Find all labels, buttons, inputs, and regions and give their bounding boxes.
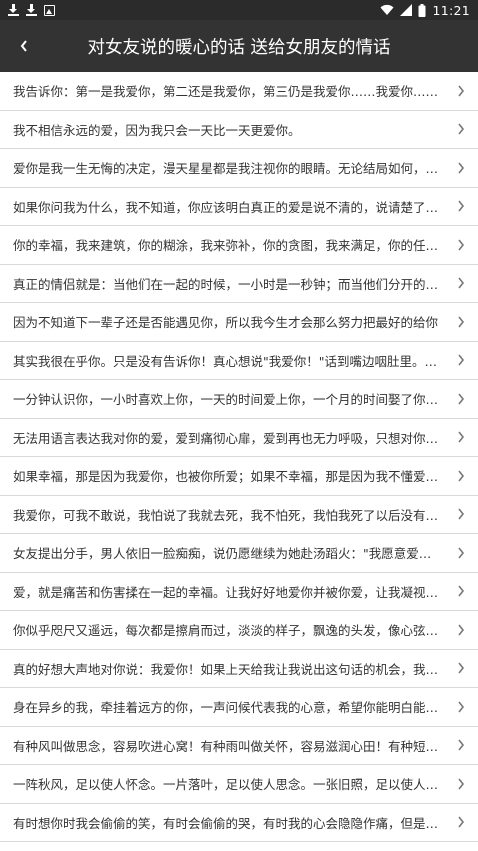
list-item[interactable]: 如果你问我为什么，我不知道，你应该明白真正的爱是说不清的，说请楚了就不是爱了 — [0, 188, 478, 226]
download-icon — [8, 4, 20, 16]
list-item-text: 真的好想大声地对你说：我爱你！如果上天给我让我说出这句话的机会，我会说我爱你一万… — [13, 661, 456, 677]
chevron-right-icon — [458, 816, 465, 828]
list-item[interactable]: 爱，就是痛苦和伤害揉在一起的幸福。让我好好地爱你并被你爱，让我凝视你的眼睛 — [0, 573, 478, 611]
chevron-right-icon — [458, 123, 465, 135]
list-item[interactable]: 有时想你时我会偷偷的笑，有时会偷偷的哭，有时我的心会隐隐作痛，但是每次我都很幸福 — [0, 804, 478, 842]
phrase-list: 我告诉你：第一是我爱你，第二还是我爱你，第三仍是我爱你……我爱你…… 我不相信永远… — [0, 72, 478, 842]
chevron-right-icon — [458, 277, 465, 289]
photo-icon — [44, 4, 55, 16]
wifi-icon — [380, 4, 394, 16]
chevron-right-icon — [458, 701, 465, 713]
list-item[interactable]: 我不相信永远的爱，因为我只会一天比一天更爱你。 — [0, 111, 478, 149]
app-bar: 对女友说的暖心的话 送给女朋友的情话 — [0, 20, 478, 72]
list-item-text: 你似乎咫尺又遥远，每次都是擦肩而过，淡淡的样子，飘逸的头发，像心弦地轻轻拨动 — [13, 623, 456, 639]
list-item[interactable]: 无法用语言表达我对你的爱，爱到痛彻心扉，爱到再也无力呼吸，只想对你说一声我爱你 — [0, 419, 478, 457]
list-item[interactable]: 身在异乡的我，牵挂着远方的你，一声问候代表我的心意，希望你能明白能够感受我的爱 — [0, 688, 478, 727]
list-item-text: 如果你问我为什么，我不知道，你应该明白真正的爱是说不清的，说请楚了就不是爱了 — [13, 199, 456, 215]
status-right-icons: 11:21 — [380, 3, 470, 18]
chevron-right-icon — [458, 547, 465, 559]
battery-icon — [418, 3, 426, 17]
list-item[interactable]: 真的好想大声地对你说：我爱你！如果上天给我让我说出这句话的机会，我会说我爱你一万… — [0, 650, 478, 688]
chevron-right-icon — [458, 393, 465, 405]
list-item[interactable]: 如果幸福，那是因为我爱你，也被你所爱；如果不幸福，那是因为我不懂爱自己 — [0, 457, 478, 496]
status-time: 11:21 — [432, 2, 470, 18]
list-item-text: 有种风叫做思念，容易吹进心窝！有种雨叫做关怀，容易滋润心田！有种短信叫做想你 — [13, 738, 456, 754]
list-item-text: 无法用语言表达我对你的爱，爱到痛彻心扉，爱到再也无力呼吸，只想对你说一声我爱你 — [13, 430, 456, 446]
chevron-right-icon — [458, 316, 465, 328]
list-item[interactable]: 真正的情侣就是：当他们在一起的时候，一小时是一秒钟；而当他们分开的时候，一秒钟是… — [0, 265, 478, 303]
list-item-text: 一阵秋风，足以使人怀念。一片落叶，足以使人思念。一张旧照，足以使人留恋一生 — [13, 777, 456, 793]
list-item[interactable]: 因为不知道下一辈子还是否能遇见你，所以我今生才会那么努力把最好的给你 — [0, 303, 478, 342]
list-item-text: 身在异乡的我，牵挂着远方的你，一声问候代表我的心意，希望你能明白能够感受我的爱 — [13, 700, 456, 716]
list-item[interactable]: 我爱你，可我不敢说，我怕说了我就去死，我不怕死，我怕我死了以后没有人像我这样爱你 — [0, 496, 478, 534]
chevron-right-icon — [458, 200, 465, 212]
signal-icon — [400, 4, 413, 16]
chevron-right-icon — [458, 508, 465, 520]
status-left-icons — [8, 4, 55, 16]
list-item-text: 有时想你时我会偷偷的笑，有时会偷偷的哭，有时我的心会隐隐作痛，但是每次我都很幸福 — [13, 815, 456, 831]
status-bar: 11:21 — [0, 0, 478, 20]
list-item[interactable]: 一阵秋风，足以使人怀念。一片落叶，足以使人思念。一张旧照，足以使人留恋一生 — [0, 765, 478, 804]
chevron-right-icon — [458, 585, 465, 597]
page-title: 对女友说的暖心的话 送给女朋友的情话 — [87, 37, 391, 58]
list-item-text: 女友提出分手，男人依旧一脸痴痴，说仍愿继续为她赴汤蹈火："我愿意爱你、照顾你一辈… — [13, 546, 456, 562]
chevron-right-icon — [458, 239, 465, 251]
chevron-right-icon — [458, 662, 465, 674]
back-button[interactable] — [0, 20, 48, 72]
list-item[interactable]: 其实我很在乎你。只是没有告诉你！真心想说"我爱你！"话到嘴边咽肚里。没勇气说出口 — [0, 342, 478, 380]
chevron-right-icon — [458, 354, 465, 366]
chevron-right-icon — [458, 431, 465, 443]
chevron-right-icon — [458, 739, 465, 751]
list-item[interactable]: 一分钟认识你，一小时喜欢上你，一天的时间爱上你，一个月的时间娶了你，一辈子的时间… — [0, 380, 478, 419]
list-item-text: 我告诉你：第一是我爱你，第二还是我爱你，第三仍是我爱你……我爱你…… — [13, 84, 439, 100]
chevron-left-icon — [20, 40, 27, 52]
list-item-text: 如果幸福，那是因为我爱你，也被你所爱；如果不幸福，那是因为我不懂爱自己 — [13, 469, 451, 485]
download-icon — [26, 4, 38, 16]
list-item[interactable]: 女友提出分手，男人依旧一脸痴痴，说仍愿继续为她赴汤蹈火："我愿意爱你、照顾你一辈… — [0, 534, 478, 573]
list-item-text: 爱，就是痛苦和伤害揉在一起的幸福。让我好好地爱你并被你爱，让我凝视你的眼睛 — [13, 584, 456, 600]
list-item-text: 因为不知道下一辈子还是否能遇见你，所以我今生才会那么努力把最好的给你 — [13, 315, 439, 331]
chevron-right-icon — [458, 162, 465, 174]
list-item-text: 你的幸福，我来建筑，你的糊涂，我来弥补，你的贪图，我来满足，你的任性，我来包容 — [13, 238, 456, 254]
list-item[interactable]: 有种风叫做思念，容易吹进心窝！有种雨叫做关怀，容易滋润心田！有种短信叫做想你 — [0, 727, 478, 765]
list-item-text: 一分钟认识你，一小时喜欢上你，一天的时间爱上你，一个月的时间娶了你，一辈子的时间… — [13, 392, 456, 408]
chevron-right-icon — [458, 624, 465, 636]
chevron-right-icon — [458, 85, 465, 97]
list-item-text: 我不相信永远的爱，因为我只会一天比一天更爱你。 — [13, 122, 301, 138]
list-item-text: 我爱你，可我不敢说，我怕说了我就去死，我不怕死，我怕我死了以后没有人像我这样爱你 — [13, 507, 456, 523]
list-item[interactable]: 我告诉你：第一是我爱你，第二还是我爱你，第三仍是我爱你……我爱你…… — [0, 72, 478, 111]
list-item-text: 爱你是我一生无悔的决定，漫天星星都是我注视你的眼睛。无论结局如何，我都会爱你 — [13, 161, 456, 177]
list-item[interactable]: 爱你是我一生无悔的决定，漫天星星都是我注视你的眼睛。无论结局如何，我都会爱你 — [0, 149, 478, 188]
chevron-right-icon — [458, 470, 465, 482]
list-item-text: 其实我很在乎你。只是没有告诉你！真心想说"我爱你！"话到嘴边咽肚里。没勇气说出口 — [13, 353, 456, 369]
list-item-text: 真正的情侣就是：当他们在一起的时候，一小时是一秒钟；而当他们分开的时候，一秒钟是… — [13, 276, 456, 292]
chevron-right-icon — [458, 778, 465, 790]
list-item[interactable]: 你的幸福，我来建筑，你的糊涂，我来弥补，你的贪图，我来满足，你的任性，我来包容 — [0, 226, 478, 265]
list-item[interactable]: 你似乎咫尺又遥远，每次都是擦肩而过，淡淡的样子，飘逸的头发，像心弦地轻轻拨动 — [0, 611, 478, 650]
